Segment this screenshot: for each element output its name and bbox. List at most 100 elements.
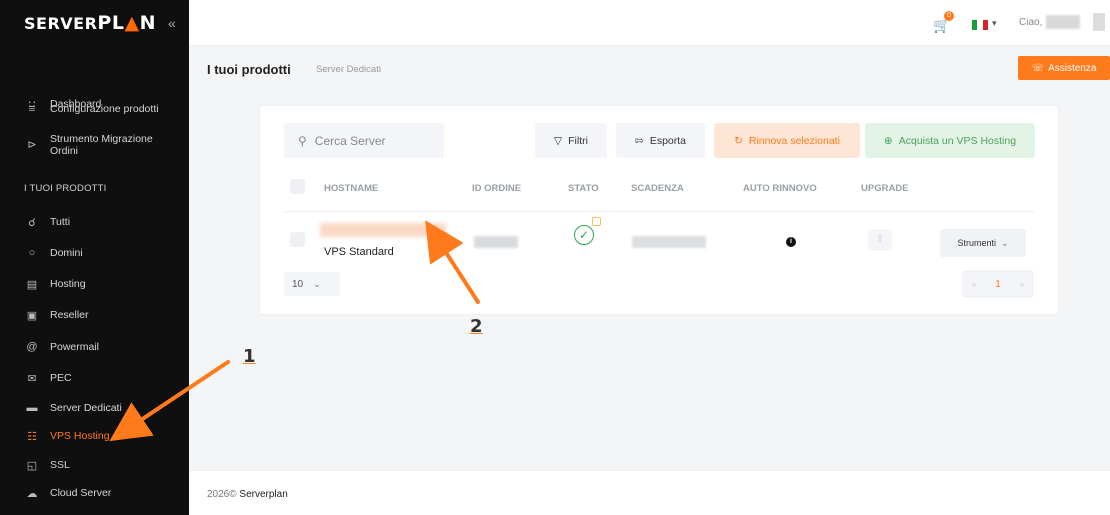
footer-year: 2026© bbox=[207, 489, 237, 500]
page-size-value: 10 bbox=[292, 278, 304, 290]
status-note-icon[interactable] bbox=[592, 217, 601, 226]
esporta-label: Esporta bbox=[649, 134, 686, 147]
search-input[interactable]: ⚲ Cerca Server bbox=[284, 123, 444, 158]
headset-icon: ☏ bbox=[1031, 62, 1045, 74]
sidebar-item-domini[interactable]: ○ Domini bbox=[24, 243, 83, 263]
column-header-hostname[interactable]: HOSTNAME bbox=[324, 183, 378, 194]
annotation-number-2: 2 bbox=[470, 316, 483, 337]
strumenti-dropdown[interactable]: Strumenti ⌄ bbox=[940, 229, 1026, 257]
sidebar-item-label: Powermail bbox=[50, 341, 100, 353]
sidebar-item-server-dedicati[interactable]: ▬ Server Dedicati bbox=[24, 398, 122, 418]
search-placeholder: Cerca Server bbox=[314, 133, 386, 148]
assistenza-button[interactable]: ☏ Assistenza bbox=[1018, 56, 1110, 80]
select-all-checkbox[interactable] bbox=[290, 179, 305, 194]
export-icon: ⇰ bbox=[635, 134, 644, 147]
sidebar-item-hosting[interactable]: ▤ Hosting bbox=[24, 274, 86, 294]
upgrade-icon[interactable]: ⇧ bbox=[868, 229, 892, 251]
sidebar-item-label: Strumento Migrazione Ordini bbox=[50, 133, 153, 157]
rinnova-selezionati-button[interactable]: ↻ Rinnova selezionati bbox=[714, 123, 860, 158]
products-card: ⚲ Cerca Server ▽ Filtri ⇰ Esporta ↻ Rinn… bbox=[259, 105, 1059, 315]
current-page-button[interactable]: 1 bbox=[995, 279, 1001, 290]
esporta-button[interactable]: ⇰ Esporta bbox=[616, 123, 705, 158]
sidebar-item-label: Cloud Server bbox=[50, 487, 112, 499]
lock-icon: ◱ bbox=[26, 459, 38, 472]
refresh-icon: ↻ bbox=[734, 134, 743, 147]
sidebar-item-cloud-server[interactable]: ☁ Cloud Server bbox=[24, 483, 112, 503]
sidebar-item-label: SSL bbox=[50, 459, 70, 471]
globe-icon: ☌ bbox=[28, 216, 36, 229]
filtri-label: Filtri bbox=[568, 134, 588, 147]
rack-icon: ▬ bbox=[26, 402, 38, 414]
at-icon: @ bbox=[26, 341, 38, 353]
sidebar-item-tutti[interactable]: ☌ Tutti bbox=[24, 212, 70, 232]
cloud-icon: ☁ bbox=[26, 487, 38, 500]
column-header-id-ordine[interactable]: ID ORDINE bbox=[472, 183, 521, 194]
id-ordine-redacted bbox=[474, 236, 518, 248]
domain-icon: ○ bbox=[28, 247, 36, 259]
migrate-icon: ⊳ bbox=[27, 139, 37, 151]
chevron-down-icon: ⌄ bbox=[1000, 237, 1009, 248]
sidebar-item-reseller[interactable]: ▣ Reseller bbox=[24, 305, 89, 325]
assistenza-label: Assistenza bbox=[1048, 62, 1097, 74]
hostname-product-label: VPS Standard bbox=[324, 246, 394, 258]
vps-icon: ☷ bbox=[27, 430, 37, 443]
sidebar-item-pec[interactable]: ✉ PEC bbox=[24, 368, 71, 388]
next-page-button[interactable]: » bbox=[1020, 279, 1025, 289]
language-caret-icon[interactable]: ▾ bbox=[992, 18, 997, 29]
hostname-redacted[interactable] bbox=[320, 223, 446, 237]
column-header-scadenza[interactable]: SCADENZA bbox=[631, 183, 684, 194]
footer-company: Serverplan bbox=[239, 489, 288, 500]
search-icon: ⚲ bbox=[298, 133, 307, 148]
status-active-check-icon: ✓ bbox=[574, 225, 594, 245]
strumenti-label: Strumenti bbox=[957, 238, 996, 248]
rinnova-label: Rinnova selezionati bbox=[748, 134, 840, 147]
table-divider bbox=[284, 211, 1034, 212]
cart-icon[interactable]: 🛒 0 bbox=[933, 11, 954, 34]
acquista-vps-button[interactable]: ⊕ Acquista un VPS Hosting bbox=[865, 123, 1035, 158]
chevron-down-icon: ⌄ bbox=[313, 278, 321, 289]
footer: 2026© Serverplan bbox=[189, 470, 1110, 515]
filter-icon: ▽ bbox=[554, 134, 563, 147]
column-header-upgrade[interactable]: UPGRADE bbox=[861, 183, 909, 194]
logo-row: SERVERPL▲N « bbox=[0, 0, 189, 46]
page-size-select[interactable]: 10 ⌄ bbox=[284, 272, 340, 296]
section-label-products: I TUOI PRODOTTI bbox=[24, 183, 107, 194]
cart-count-badge: 0 bbox=[944, 11, 954, 21]
pagination: « 1 » bbox=[962, 270, 1034, 298]
sidebar-item-migrazione[interactable]: ⊳ Strumento Migrazione Ordini bbox=[24, 133, 170, 159]
page-header: I tuoi prodotti Server Dedicati ☏ Assist… bbox=[189, 46, 1110, 92]
breadcrumb[interactable]: Server Dedicati bbox=[316, 64, 381, 75]
sidebar-item-label: VPS Hosting bbox=[50, 430, 110, 442]
prev-page-button[interactable]: « bbox=[971, 279, 976, 289]
sidebar-item-label: Domini bbox=[50, 247, 83, 259]
sidebar-item-configurazione[interactable]: ≡ Configurazione prodotti bbox=[24, 99, 159, 119]
column-header-stato[interactable]: STATO bbox=[568, 183, 599, 194]
scadenza-redacted bbox=[632, 236, 706, 248]
sidebar-item-label: Server Dedicati bbox=[50, 402, 122, 414]
page-title: I tuoi prodotti bbox=[207, 62, 291, 77]
sliders-icon: ≡ bbox=[28, 103, 36, 115]
reseller-icon: ▣ bbox=[26, 309, 38, 322]
italian-flag-icon[interactable] bbox=[972, 20, 988, 30]
sidebar-item-label: Tutti bbox=[50, 216, 71, 228]
sidebar-item-powermail[interactable]: @ Powermail bbox=[24, 337, 99, 357]
row-checkbox[interactable] bbox=[290, 232, 305, 247]
plus-circle-icon: ⊕ bbox=[883, 134, 893, 147]
collapse-sidebar-icon[interactable]: « bbox=[168, 15, 176, 31]
username-redacted[interactable] bbox=[1046, 15, 1080, 29]
column-header-auto-rinnovo[interactable]: AUTO RINNOVO bbox=[743, 183, 817, 194]
footer-copyright: 2026© Serverplan bbox=[207, 489, 288, 500]
sidebar: SERVERPL▲N « ∷ Dashboard ≡ Configurazion… bbox=[0, 0, 189, 515]
greeting-text: Ciao, bbox=[1019, 17, 1043, 28]
sidebar-item-ssl[interactable]: ◱ SSL bbox=[24, 455, 70, 475]
auto-rinnovo-info-icon[interactable]: i bbox=[786, 237, 796, 247]
sidebar-item-label: Configurazione prodotti bbox=[50, 103, 159, 115]
serverplan-logo[interactable]: SERVERPL▲N bbox=[24, 12, 156, 34]
filtri-button[interactable]: ▽ Filtri bbox=[535, 123, 607, 158]
flag-stripe-red bbox=[982, 20, 988, 30]
avatar[interactable] bbox=[1093, 13, 1105, 31]
server-icon: ▤ bbox=[26, 278, 38, 291]
topbar: 🛒 0 ▾ Ciao, bbox=[189, 0, 1110, 46]
sidebar-item-label: Reseller bbox=[50, 309, 89, 321]
sidebar-item-vps-hosting[interactable]: ☷ VPS Hosting bbox=[24, 426, 110, 446]
